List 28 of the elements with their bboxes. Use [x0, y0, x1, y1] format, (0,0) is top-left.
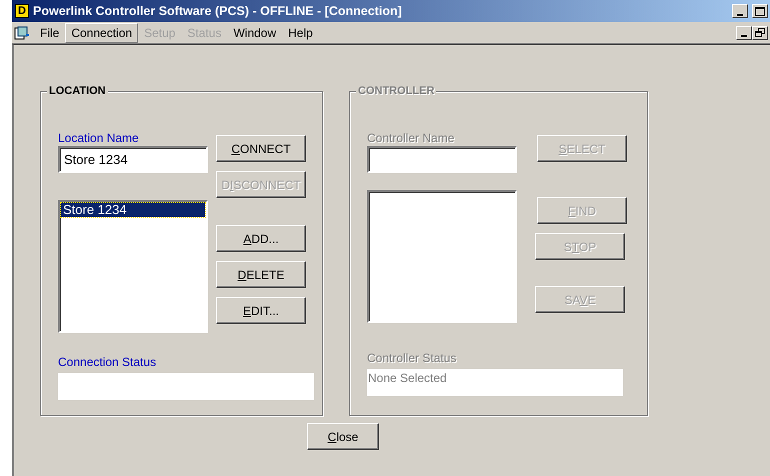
menu-item[interactable]: Connection: [65, 22, 138, 42]
field-label: Connection Status: [58, 355, 158, 370]
field-label: Location Name: [58, 131, 140, 146]
restore-icon: [755, 28, 765, 37]
minimize-button[interactable]: [736, 26, 752, 40]
window-title: Powerlink Controller Software (PCS) - OFFLINE - [Connection]: [33, 2, 402, 20]
restore-button[interactable]: [752, 26, 768, 40]
menu-item[interactable]: Window: [227, 22, 282, 42]
menu-item[interactable]: File: [34, 22, 66, 42]
list-item[interactable]: Store 1234: [61, 203, 205, 217]
minimize-icon: [737, 14, 743, 16]
field-label: Controller Name: [367, 131, 456, 146]
dialog-button[interactable]: ADD...: [216, 225, 306, 252]
app-logo: D: [15, 4, 29, 18]
field-label: Controller Status: [367, 351, 458, 366]
maximize-icon: [755, 6, 765, 16]
dialog-button[interactable]: CONNECT: [216, 135, 306, 162]
status-field: None Selected: [367, 369, 623, 396]
maximize-button[interactable]: [752, 4, 768, 18]
dialog-button[interactable]: DELETE: [216, 261, 306, 288]
minimize-icon: [741, 35, 747, 37]
minimize-button[interactable]: [732, 4, 748, 18]
dialog-button[interactable]: EDIT...: [216, 297, 306, 324]
list-box[interactable]: Store 1234: [58, 200, 208, 333]
document-icon: [14, 26, 30, 40]
menu-item[interactable]: Help: [282, 22, 319, 42]
name-field[interactable]: Store 1234: [58, 146, 208, 173]
close-button[interactable]: Close: [307, 423, 379, 450]
